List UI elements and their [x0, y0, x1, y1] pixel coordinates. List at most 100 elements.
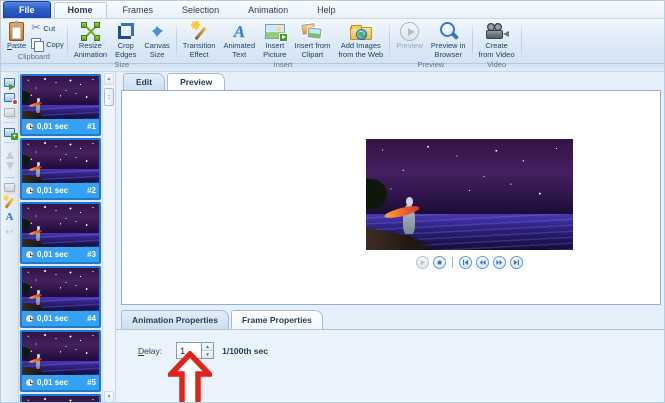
ribbon-group-clipboard: Paste ✂ Cut Copy Clipboard: [1, 19, 67, 63]
frame-thumbnail[interactable]: [20, 394, 101, 402]
preview-button: Preview: [393, 20, 426, 51]
ribbon: Paste ✂ Cut Copy Clipboard Resize Animatio…: [1, 19, 664, 69]
stop-icon[interactable]: [433, 256, 446, 269]
first-frame-icon[interactable]: [459, 256, 472, 269]
last-frame-icon[interactable]: [510, 256, 523, 269]
magic-wand-icon[interactable]: [2, 196, 17, 209]
video-group-label: Video: [487, 60, 507, 70]
frame-number: #4: [87, 314, 96, 323]
tab-help[interactable]: Help: [304, 2, 349, 18]
cut-button[interactable]: ✂ Cut: [31, 23, 64, 34]
magnifier-icon: [438, 21, 459, 42]
video-camera-icon: [485, 22, 509, 40]
spin-up-icon[interactable]: ▲: [202, 343, 214, 351]
frame-image: [22, 204, 99, 247]
tab-selection[interactable]: Selection: [169, 2, 232, 18]
frame-info-bar: 0,01 sec #5: [22, 375, 99, 390]
frames-scrollbar[interactable]: ▲ ▼: [103, 72, 116, 402]
previous-frame-icon[interactable]: [476, 256, 489, 269]
move-frame-down-icon: [2, 161, 17, 174]
frame-delay: 0,01 sec: [37, 378, 69, 387]
frame-thumbnail[interactable]: 0,01 sec #1: [20, 74, 101, 136]
add-frame-icon[interactable]: [2, 76, 17, 90]
scroll-down-icon[interactable]: ▼: [104, 391, 114, 402]
frames-toolbar: + A ↩: [1, 72, 19, 402]
frame-properties-panel: Delay: ▲ ▼ 1/100th sec: [116, 329, 664, 402]
create-from-video-button[interactable]: Create from Video: [476, 20, 518, 59]
tab-edit[interactable]: Edit: [123, 73, 166, 90]
tab-frames[interactable]: Frames: [110, 2, 167, 18]
cut-icon: ✂: [31, 22, 41, 34]
resize-animation-button[interactable]: Resize Animation: [71, 20, 110, 59]
frame-thumbnail[interactable]: 0,01 sec #5: [20, 330, 101, 392]
duplicate-frame-icon: [2, 106, 17, 119]
paste-icon: [9, 20, 25, 41]
tab-frame-properties[interactable]: Frame Properties: [230, 310, 323, 329]
crop-edges-icon: [117, 22, 135, 40]
clock-icon: [25, 186, 34, 195]
frame-image: [22, 396, 99, 402]
delete-frame-icon[interactable]: [2, 91, 18, 105]
copy-icon: [31, 38, 45, 52]
frame-thumbnail[interactable]: 0,01 sec #3: [20, 202, 101, 264]
insert-picture-button[interactable]: Insert Picture: [260, 20, 289, 59]
frame-info-bar: 0,01 sec #4: [22, 311, 99, 326]
ribbon-group-preview: Preview Preview in Browser Preview: [390, 19, 471, 69]
preview-image: [366, 139, 573, 250]
letter-a-icon: A: [233, 21, 245, 41]
scroll-up-icon[interactable]: ▲: [104, 73, 114, 85]
animated-text-button[interactable]: A Animated Text: [220, 20, 258, 59]
frame-delay: 0,01 sec: [37, 314, 69, 323]
clipart-icon: [301, 22, 323, 40]
ribbon-group-video: Create from Video Video: [473, 19, 521, 69]
picture-icon: [264, 23, 288, 42]
frame-number: #1: [87, 122, 96, 131]
ribbon-group-size: Resize Animation Crop Edges Canvas Size Siz…: [68, 19, 176, 69]
insert-frames-icon[interactable]: +: [2, 126, 18, 140]
size-group-label: Size: [114, 60, 130, 70]
paste-button[interactable]: Paste: [4, 20, 29, 51]
copy-button[interactable]: Copy: [31, 38, 64, 52]
delay-unit: 1/100th sec: [222, 345, 268, 356]
spin-down-icon[interactable]: ▼: [202, 351, 214, 358]
frame-delay: 0,01 sec: [37, 186, 69, 195]
tab-animation-properties[interactable]: Animation Properties: [121, 310, 229, 329]
frame-delay: 0,01 sec: [37, 122, 69, 131]
clock-icon: [25, 314, 34, 323]
frame-thumbnail[interactable]: 0,01 sec #4: [20, 266, 101, 328]
preview-group-label: Preview: [417, 60, 445, 70]
canvas-size-button[interactable]: Canvas Size: [141, 20, 172, 59]
insert-from-clipart-button[interactable]: Insert from Clipart: [291, 20, 333, 59]
clock-icon: [25, 250, 34, 259]
tab-preview[interactable]: Preview: [167, 73, 226, 90]
frame-info-bar: 0,01 sec #1: [22, 119, 99, 134]
paste-label: Paste: [7, 41, 27, 50]
folder-globe-icon: [349, 25, 372, 40]
move-frame-up-icon: [2, 146, 17, 159]
tab-home[interactable]: Home: [53, 2, 107, 18]
file-tab[interactable]: File: [3, 1, 51, 18]
delay-spinner: ▲ ▼: [176, 342, 215, 359]
delay-input[interactable]: [177, 343, 202, 358]
transition-effect-button[interactable]: Transition Effect: [180, 20, 219, 59]
properties-tabs: Animation Properties Frame Properties: [116, 305, 664, 329]
clock-icon: [25, 122, 34, 131]
clock-icon: [25, 378, 34, 387]
scrollbar-thumb[interactable]: [104, 88, 114, 106]
frame-image: [22, 76, 99, 119]
delay-label: Delay:: [138, 345, 163, 356]
frame-number: #5: [87, 378, 96, 387]
add-images-from-web-button[interactable]: Add Images from the Web: [335, 20, 386, 59]
preview-in-browser-button[interactable]: Preview in Browser: [428, 20, 469, 59]
tab-animation[interactable]: Animation: [235, 2, 301, 18]
frame-delay: 0,01 sec: [37, 250, 69, 259]
editor-tabs: Edit Preview: [116, 72, 664, 90]
crop-edges-button[interactable]: Crop Edges: [112, 20, 139, 59]
clipboard-group-label: Clipboard: [17, 52, 50, 61]
play-icon: [400, 21, 420, 41]
frame-thumbnail[interactable]: 0,01 sec #2: [20, 138, 101, 200]
revert-icon: ↩: [5, 226, 14, 238]
play-icon: [416, 256, 429, 269]
next-frame-icon[interactable]: [493, 256, 506, 269]
frame-text-icon[interactable]: A: [2, 211, 17, 224]
